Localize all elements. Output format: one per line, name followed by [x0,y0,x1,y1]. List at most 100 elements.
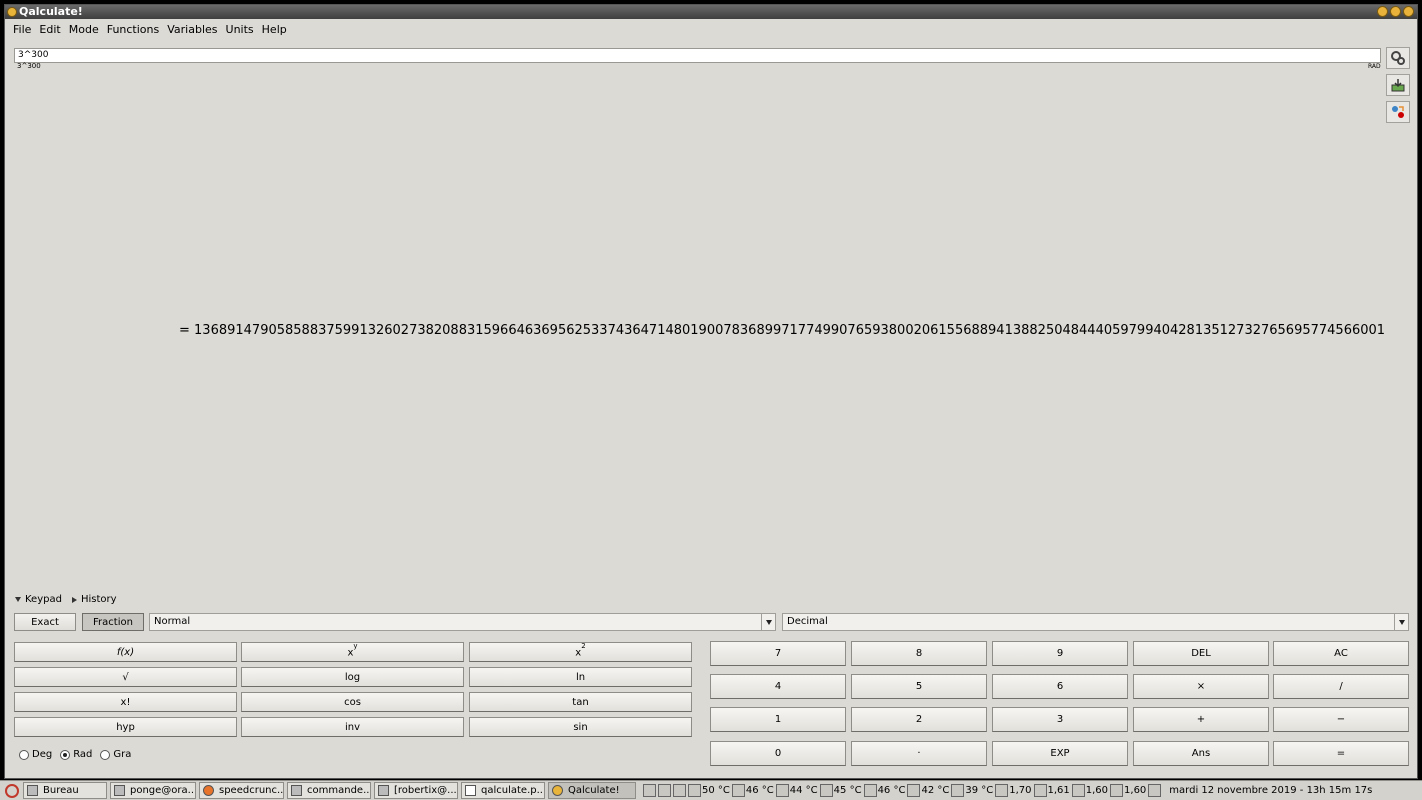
task-bureau[interactable]: Bureau [23,782,107,799]
app-logo-icon [7,7,17,17]
display-mode-select[interactable]: Normal [149,613,776,631]
number-base-select[interactable]: Decimal [782,613,1409,631]
task-firefox[interactable]: speedcrunc... [199,782,284,799]
key-function[interactable]: f(x) [14,642,237,662]
fraction-toggle[interactable]: Fraction [82,613,144,631]
task-label: speedcrunc... [219,785,284,796]
key-sin[interactable]: sin [469,717,692,737]
history-label: History [80,594,117,605]
key-ln[interactable]: ln [469,667,692,687]
power-icon[interactable] [1148,784,1162,797]
key-del[interactable]: DEL [1133,641,1269,666]
key-sqrt[interactable]: √ [14,667,237,687]
key-plus[interactable]: + [1133,707,1269,732]
clock[interactable]: mardi 12 novembre 2019 - 13h 15m 17s [1169,785,1372,796]
key-power[interactable]: xy [241,642,464,662]
task-qalculate[interactable]: Qalculate! [548,782,636,799]
menu-units[interactable]: Units [222,22,258,38]
keypad-expander[interactable]: Keypad [15,594,62,605]
key-6[interactable]: 6 [992,674,1128,699]
key-divide[interactable]: / [1273,674,1409,699]
menu-functions[interactable]: Functions [103,22,164,38]
convert-button[interactable] [1386,101,1410,123]
taskbar: Bureau ponge@ora... speedcrunc... comman… [0,780,1422,800]
chevron-down-icon [15,597,21,602]
key-4[interactable]: 4 [710,674,846,699]
menu-help[interactable]: Help [258,22,291,38]
result-display: = 13689147905858837599132602738208831596… [179,323,1386,338]
sensor-freq: 1,70 [995,784,1032,797]
volume-icon[interactable] [643,784,656,797]
frequency-icon [1033,784,1047,797]
key-2[interactable]: 2 [851,707,987,732]
preferences-button[interactable] [1386,47,1410,69]
sensor-freq: 1,60 [1110,784,1146,797]
radio-label: Gra [113,749,132,760]
angle-unit-group: Deg Rad Gra [19,749,131,760]
radio-label: Deg [32,749,53,760]
radio-gra[interactable]: Gra [100,749,131,760]
key-1[interactable]: 1 [710,707,846,732]
minimize-button[interactable] [1377,6,1388,17]
menu-variables[interactable]: Variables [163,22,221,38]
key-label: f(x) [116,646,135,658]
file-icon [465,785,476,796]
exact-button[interactable]: Exact [14,613,76,631]
key-ans[interactable]: Ans [1133,741,1269,766]
display-mode-value: Normal [154,616,191,627]
sensor-value: 50 °C [702,785,730,796]
window-icon [291,785,302,796]
sensor-temp: 46 °C [731,784,774,797]
search-icon[interactable] [673,784,686,797]
task-commande[interactable]: commande... [287,782,371,799]
key-ac[interactable]: AC [1273,641,1409,666]
close-button[interactable] [1403,6,1414,17]
key-equals[interactable]: = [1273,741,1409,766]
network-icon[interactable] [658,784,671,797]
key-0[interactable]: 0 [710,741,846,766]
key-decimal-point[interactable]: · [851,741,987,766]
chevron-down-icon [761,614,775,630]
expression-input[interactable]: 3^300 [14,48,1381,63]
menu-file[interactable]: File [9,22,35,38]
start-menu-icon[interactable] [5,783,19,798]
task-qalculate-file[interactable]: qalculate.p... [461,782,545,799]
key-factorial[interactable]: x! [14,692,237,712]
sensor-temp: 45 °C [819,784,862,797]
key-square[interactable]: x2 [469,642,692,662]
radio-deg[interactable]: Deg [19,749,52,760]
sensor-temp: 44 °C [775,784,818,797]
menu-edit[interactable]: Edit [35,22,64,38]
history-expander[interactable]: History [71,594,117,605]
key-9[interactable]: 9 [992,641,1128,666]
task-terminal[interactable]: ponge@ora... [110,782,196,799]
key-7[interactable]: 7 [710,641,846,666]
maximize-button[interactable] [1390,6,1401,17]
key-multiply[interactable]: × [1133,674,1269,699]
task-label: [robertix@... [394,785,457,796]
radio-circle [60,749,71,760]
store-button[interactable] [1386,74,1410,96]
task-robertix[interactable]: [robertix@... [374,782,458,799]
sensor-value: 1,70 [1009,785,1032,796]
key-cos[interactable]: cos [241,692,464,712]
key-log[interactable]: log [241,667,464,687]
key-hyp[interactable]: hyp [14,717,237,737]
sensor-value: 44 °C [789,785,818,796]
key-minus[interactable]: − [1273,707,1409,732]
qalculate-icon [552,785,563,796]
task-label: Qalculate! [568,785,620,796]
cpu-icon [688,784,701,797]
sensor-temp: 39 °C [951,784,993,797]
sensor-freq: 1,60 [1071,784,1108,797]
radio-rad[interactable]: Rad [60,749,92,760]
number-base-value: Decimal [787,616,828,627]
key-inv[interactable]: inv [241,717,464,737]
menu-mode[interactable]: Mode [65,22,103,38]
key-tan[interactable]: tan [469,692,692,712]
key-5[interactable]: 5 [851,674,987,699]
key-exp[interactable]: EXP [992,741,1128,766]
key-8[interactable]: 8 [851,641,987,666]
convert-icon [1392,106,1404,118]
key-3[interactable]: 3 [992,707,1128,732]
